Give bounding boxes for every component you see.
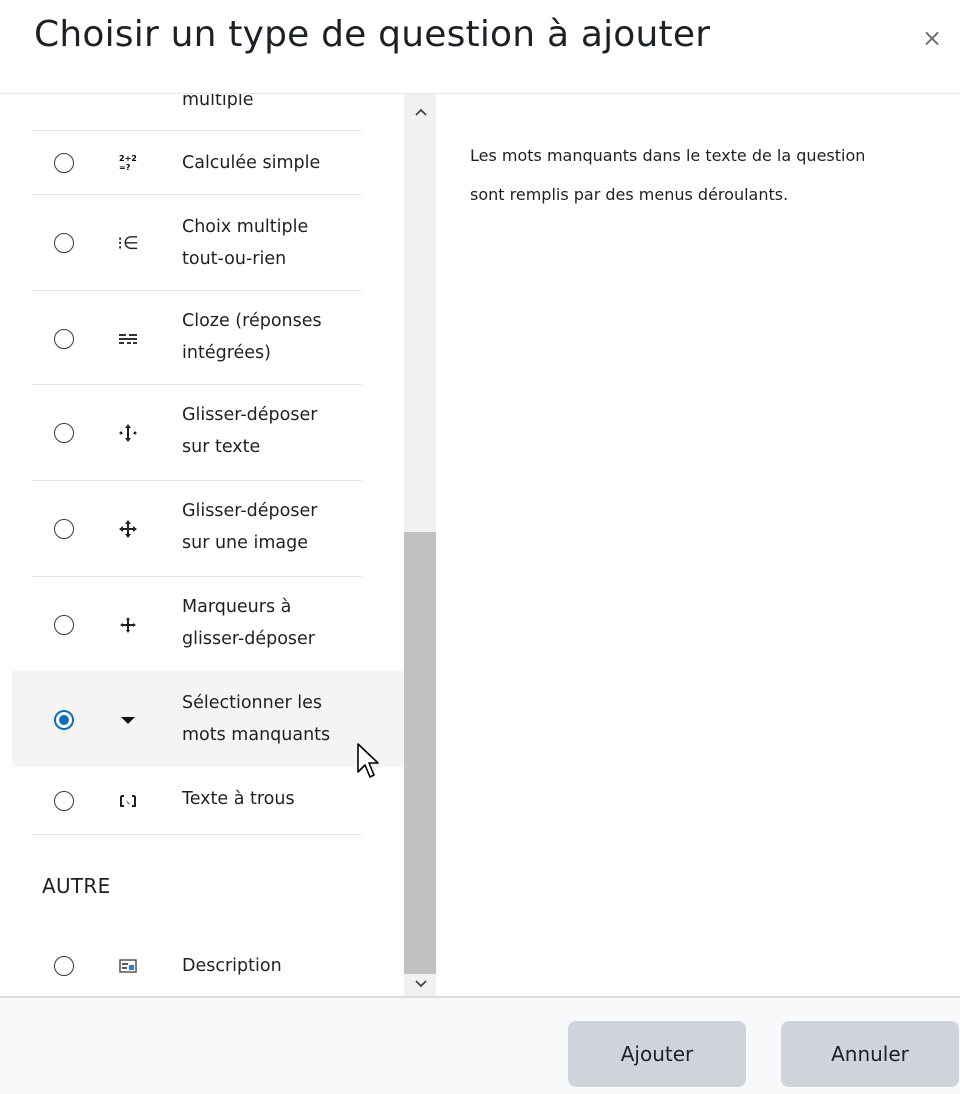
radio-cloze[interactable]	[54, 329, 74, 349]
option-row-description[interactable]: Description	[12, 934, 404, 996]
radio-description[interactable]	[54, 956, 74, 976]
option-row-gapfill[interactable]: Texte à trous	[12, 767, 404, 833]
divider	[32, 834, 362, 835]
svg-text:=?: =?	[119, 163, 131, 172]
option-label: Texte à trous	[182, 789, 295, 809]
option-label: Sélectionner les mots manquants	[182, 693, 331, 745]
option-label: Description	[182, 956, 282, 976]
option-label: Choix multiple tout-ou-rien	[182, 217, 309, 269]
option-label: Glisser-déposer sur une image	[182, 501, 318, 553]
multichoice-set-icon: ⁝∈	[117, 232, 139, 254]
section-heading-other: AUTRE	[42, 874, 111, 898]
option-row-ddimageortext[interactable]: Glisser-déposer sur une image	[12, 481, 404, 577]
cancel-button[interactable]: Annuler	[781, 1021, 959, 1087]
drag-drop-text-icon	[116, 421, 140, 445]
radio-calculated-simple[interactable]	[54, 153, 74, 173]
scroll-down-icon[interactable]	[415, 978, 427, 988]
cloze-icon	[116, 327, 140, 351]
calculated-simple-icon: 2+2 =?	[116, 151, 140, 175]
option-row-multichoiceset[interactable]: ⁝∈ Choix multiple tout-ou-rien	[12, 195, 404, 291]
gapfill-icon	[116, 789, 140, 813]
radio-ddmarker[interactable]	[54, 615, 74, 635]
option-label: Calculée simple	[182, 153, 321, 173]
option-row-cloze[interactable]: Cloze (réponses intégrées)	[12, 291, 404, 385]
option-row-ddwtos[interactable]: Glisser-déposer sur texte	[12, 385, 404, 481]
close-icon[interactable]: ×	[922, 24, 942, 52]
option-row-ddmarker[interactable]: Marqueurs à glisser-déposer	[12, 577, 404, 671]
option-label: Glisser-déposer sur texte	[182, 405, 318, 457]
svg-text:2+2: 2+2	[119, 154, 137, 163]
scroll-thumb[interactable]	[404, 532, 436, 974]
radio-gapfill[interactable]	[54, 791, 74, 811]
drag-drop-image-icon	[116, 517, 140, 541]
scroll-up-icon[interactable]	[415, 106, 427, 116]
radio-gapselect[interactable]	[54, 710, 74, 730]
mouse-cursor-icon	[357, 743, 379, 778]
option-label: Marqueurs à glisser-déposer	[182, 597, 315, 649]
drag-drop-markers-icon	[116, 613, 140, 637]
radio-multichoiceset[interactable]	[54, 233, 74, 253]
option-row-gapselect[interactable]: Sélectionner les mots manquants	[12, 671, 404, 767]
option-label: Cloze (réponses intégrées)	[182, 311, 322, 363]
question-type-list[interactable]: multiple 2+2 =? Calculée simple ⁝∈ Choix …	[12, 94, 404, 996]
option-row-partial[interactable]: multiple	[12, 94, 404, 130]
option-row-calculated-simple[interactable]: 2+2 =? Calculée simple	[12, 131, 404, 195]
radio-ddwtos[interactable]	[54, 423, 74, 443]
add-button[interactable]: Ajouter	[568, 1021, 746, 1087]
question-type-description: Les mots manquants dans le texte de la q…	[470, 146, 866, 204]
select-missing-words-icon	[116, 708, 140, 732]
radio-ddimageortext[interactable]	[54, 519, 74, 539]
description-icon	[116, 954, 140, 978]
dialog-title: Choisir un type de question à ajouter	[34, 14, 711, 55]
option-label: multiple	[182, 94, 254, 110]
list-scrollbar[interactable]	[404, 94, 436, 996]
